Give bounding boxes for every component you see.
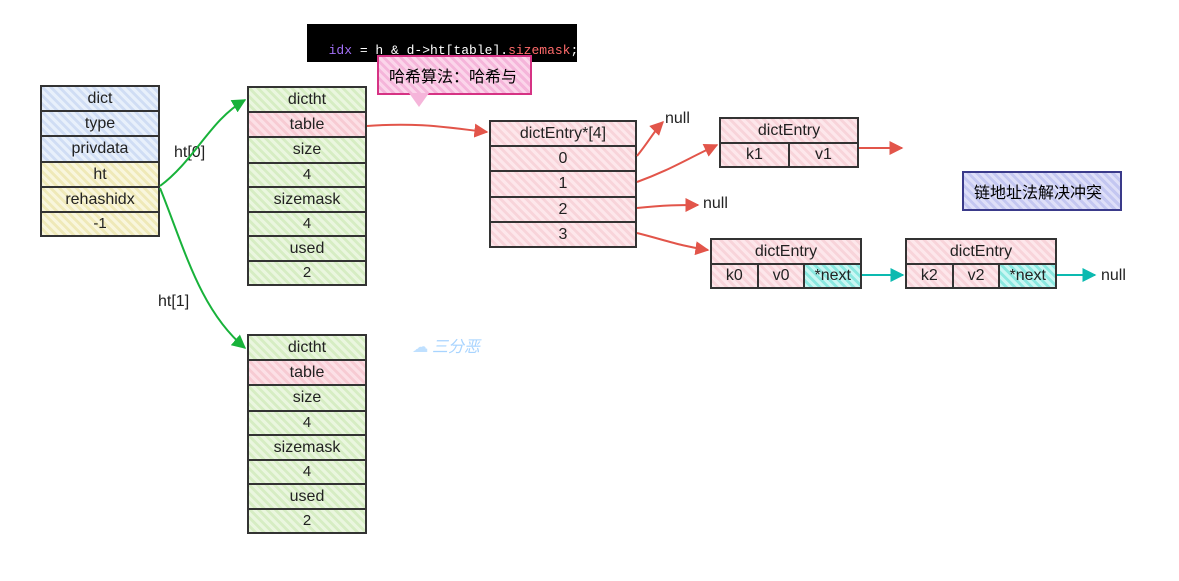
- callout-chaining: 链地址法解决冲突: [962, 171, 1122, 211]
- entry-array-slot-1: 1: [491, 172, 635, 197]
- dictht0-mask-lbl: sizemask: [249, 188, 365, 213]
- dictentry-k0-title: dictEntry: [712, 240, 860, 265]
- dictht0-title: dictht: [249, 88, 365, 113]
- dictht0-mask-val: 4: [249, 213, 365, 237]
- dictht1-size-lbl: size: [249, 386, 365, 411]
- dictentry-k1-title: dictEntry: [721, 119, 857, 144]
- dict-field-privdata: privdata: [42, 137, 158, 162]
- arrows-layer: [0, 0, 1179, 581]
- dictentry-k0-val: v0: [759, 265, 806, 287]
- dictentry-k1-val: v1: [790, 144, 857, 166]
- dictht1-title: dictht: [249, 336, 365, 361]
- dictht1-used-val: 2: [249, 510, 365, 532]
- dictht0-size-val: 4: [249, 164, 365, 188]
- dictht1-used-lbl: used: [249, 485, 365, 510]
- entry-array: dictEntry*[4] 0 1 2 3: [489, 120, 637, 248]
- dict-field-rehashidx: rehashidx: [42, 188, 158, 213]
- entry-array-title: dictEntry*[4]: [491, 122, 635, 147]
- dictht1-table: table: [249, 361, 365, 386]
- dictentry-k2-val: v2: [954, 265, 1001, 287]
- watermark: 三分恶: [412, 333, 480, 357]
- dictentry-k0-key: k0: [712, 265, 759, 287]
- dict-field-type: type: [42, 112, 158, 137]
- dictentry-k2-title: dictEntry: [907, 240, 1055, 265]
- dictht0-used-val: 2: [249, 262, 365, 284]
- label-null-slot0: null: [665, 110, 690, 128]
- dictht0-used-lbl: used: [249, 237, 365, 262]
- dictentry-k2-key: k2: [907, 265, 954, 287]
- dict-title: dict: [42, 87, 158, 112]
- dict-struct: dict type privdata ht rehashidx -1: [40, 85, 160, 237]
- dictentry-k0: dictEntry k0 v0 *next: [710, 238, 862, 289]
- dictht0-struct: dictht table size 4 sizemask 4 used 2: [247, 86, 367, 286]
- dictentry-k2: dictEntry k2 v2 *next: [905, 238, 1057, 289]
- dictht1-struct: dictht table size 4 sizemask 4 used 2: [247, 334, 367, 534]
- code-semi: ;: [570, 43, 578, 58]
- dict-rehashidx-value: -1: [42, 213, 158, 235]
- dictht1-size-val: 4: [249, 412, 365, 436]
- dictentry-k1: dictEntry k1 v1: [719, 117, 859, 168]
- dictentry-k2-next: *next: [1000, 265, 1055, 287]
- code-idx: idx: [329, 43, 352, 58]
- label-null-end: null: [1101, 267, 1126, 285]
- label-ht1: ht[1]: [158, 293, 189, 311]
- dict-field-ht: ht: [42, 163, 158, 188]
- dictht0-table: table: [249, 113, 365, 138]
- entry-array-slot-0: 0: [491, 147, 635, 172]
- entry-array-slot-3: 3: [491, 223, 635, 246]
- dictht1-mask-val: 4: [249, 461, 365, 485]
- dictentry-k1-key: k1: [721, 144, 790, 166]
- label-ht0: ht[0]: [174, 144, 205, 162]
- label-null-slot2: null: [703, 195, 728, 213]
- dictht0-size-lbl: size: [249, 138, 365, 163]
- entry-array-slot-2: 2: [491, 198, 635, 223]
- dictentry-k0-next: *next: [805, 265, 860, 287]
- dictht1-mask-lbl: sizemask: [249, 436, 365, 461]
- callout-hash-algorithm: 哈希算法：哈希与: [377, 55, 532, 95]
